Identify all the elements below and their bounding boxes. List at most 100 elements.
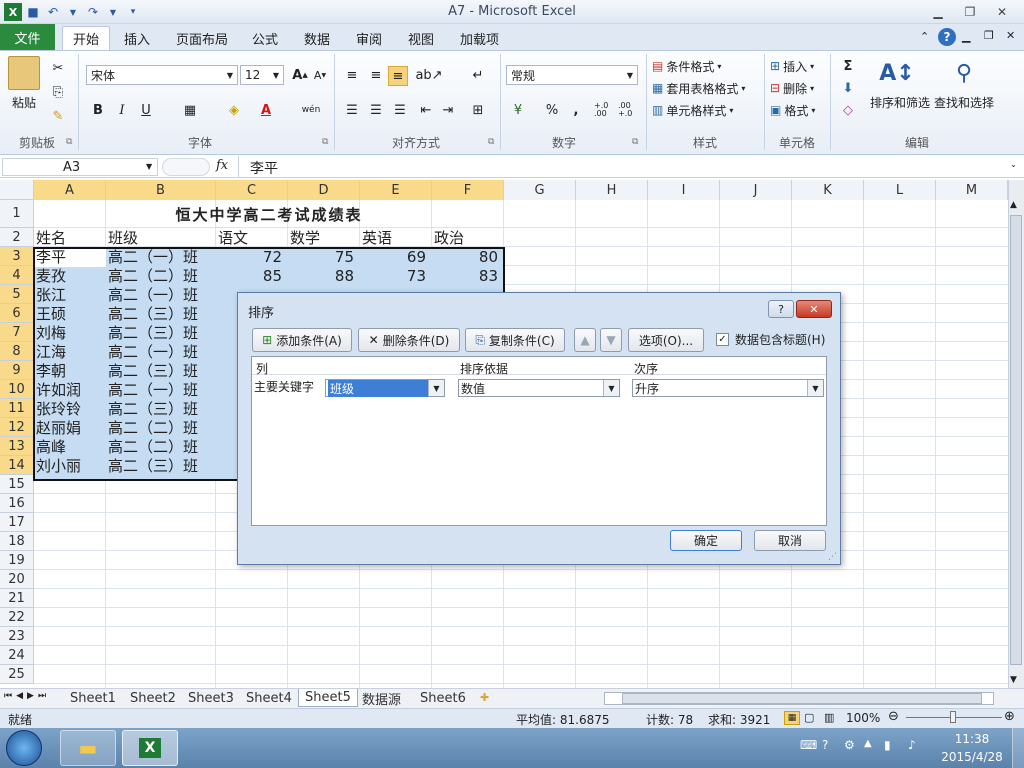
move-up-button[interactable]: ▲	[574, 328, 596, 352]
underline-button[interactable]: U	[136, 100, 156, 120]
expand-formula-icon[interactable]: ⌄	[1010, 160, 1017, 169]
header-math[interactable]: 数学	[288, 228, 360, 247]
add-level-button[interactable]: ⊞ 添加条件(A)	[252, 328, 352, 352]
doc-minimize-button[interactable]: ▁	[962, 30, 970, 43]
row-header-24[interactable]: 24	[0, 646, 34, 665]
cell-english[interactable]: 69	[360, 247, 432, 266]
sort-filter-icon[interactable]: A↕	[879, 56, 914, 90]
row-header-8[interactable]: 8	[0, 342, 34, 361]
autosum-button[interactable]: Σ	[838, 56, 858, 76]
fill-icon[interactable]: ⬇	[838, 78, 858, 98]
find-select-icon[interactable]: ⚲	[948, 56, 980, 90]
sheet-tab[interactable]: Sheet1	[64, 689, 122, 707]
doc-close-button[interactable]: ✕	[1006, 29, 1015, 42]
cell-name[interactable]: 李朝	[34, 361, 106, 380]
font-name-combo[interactable]: 宋体 ▼	[86, 65, 238, 85]
format-cells-button[interactable]: ▣ 格式 ▾	[770, 100, 815, 120]
restore-button[interactable]: ❐	[956, 2, 984, 22]
column-header-l[interactable]: L	[864, 180, 936, 200]
row-header-10[interactable]: 10	[0, 380, 34, 399]
column-header-k[interactable]: K	[792, 180, 864, 200]
cell-name[interactable]: 刘梅	[34, 323, 106, 342]
conditional-format-button[interactable]: ▤ 条件格式 ▾	[652, 56, 721, 76]
doc-restore-button[interactable]: ❐	[984, 29, 994, 42]
column-header-a[interactable]: A	[34, 180, 106, 200]
cell-name[interactable]: 张江	[34, 285, 106, 304]
copy-icon[interactable]: ⎘	[48, 82, 68, 102]
sheet-tab[interactable]: Sheet6	[414, 689, 472, 707]
cell-class[interactable]: 高二（二）班	[106, 266, 216, 285]
header-english[interactable]: 英语	[360, 228, 432, 247]
sort-filter-label[interactable]: 排序和筛选	[870, 94, 930, 111]
tab-formulas[interactable]: 公式	[242, 26, 288, 50]
tab-page-layout[interactable]: 页面布局	[166, 26, 238, 50]
start-orb-icon[interactable]	[6, 730, 42, 766]
row-header-14[interactable]: 14	[0, 456, 34, 475]
cut-icon[interactable]: ✂	[48, 58, 68, 78]
align-left-icon[interactable]: ☰	[342, 100, 362, 120]
clipboard-launcher-icon[interactable]: ⧉	[66, 137, 72, 147]
cell-name[interactable]: 李平	[34, 247, 106, 266]
header-name[interactable]: 姓名	[34, 228, 106, 247]
row-header-4[interactable]: 4	[0, 266, 34, 285]
move-down-button[interactable]: ▼	[600, 328, 622, 352]
row-header-7[interactable]: 7	[0, 323, 34, 342]
comma-button[interactable]: ,	[566, 100, 586, 120]
row-header-1[interactable]: 1	[0, 200, 34, 228]
paste-icon[interactable]	[8, 56, 40, 90]
cell-class[interactable]: 高二（三）班	[106, 456, 216, 475]
row-header-25[interactable]: 25	[0, 665, 34, 684]
formula-content[interactable]: 李平	[250, 158, 278, 178]
increase-decimal-button[interactable]: +.0 .00	[594, 100, 616, 120]
sheet-tab[interactable]: Sheet3	[182, 689, 240, 707]
row-header-3[interactable]: 3	[0, 247, 34, 266]
help-tray-icon[interactable]: ?	[822, 738, 828, 752]
column-header-d[interactable]: D	[288, 180, 360, 200]
align-middle-icon[interactable]: ≡	[366, 65, 386, 85]
sort-column-select[interactable]: 班级 ▼	[325, 379, 445, 397]
clear-icon[interactable]: ◇	[838, 100, 858, 120]
cell-math[interactable]: 88	[288, 266, 360, 285]
font-size-combo[interactable]: 12 ▼	[240, 65, 284, 85]
align-bottom-icon[interactable]: ≡	[388, 66, 408, 86]
tab-review[interactable]: 审阅	[346, 26, 392, 50]
row-header-13[interactable]: 13	[0, 437, 34, 456]
cell-styles-button[interactable]: ▥ 单元格样式 ▾	[652, 100, 733, 120]
cell-name[interactable]: 许如润	[34, 380, 106, 399]
tab-data[interactable]: 数据	[294, 26, 340, 50]
tab-home[interactable]: 开始	[62, 26, 111, 50]
minimize-button[interactable]: ▁	[924, 2, 952, 22]
cell-class[interactable]: 高二（三）班	[106, 361, 216, 380]
cell-class[interactable]: 高二（一）班	[106, 380, 216, 399]
ok-button[interactable]: 确定	[670, 530, 742, 551]
cell-name[interactable]: 麦孜	[34, 266, 106, 285]
font-launcher-icon[interactable]: ⧉	[322, 137, 328, 147]
insert-function-icon[interactable]: fx	[216, 158, 228, 173]
decrease-indent-icon[interactable]: ⇤	[416, 100, 436, 120]
pinyin-icon[interactable]: wén	[298, 100, 324, 120]
resize-grip-icon[interactable]: ⋰	[828, 552, 837, 562]
select-all-corner[interactable]	[0, 180, 34, 200]
new-sheet-icon[interactable]: ✚	[480, 691, 489, 704]
zoom-level[interactable]: 100%	[846, 711, 880, 725]
cell-class[interactable]: 高二（一）班	[106, 285, 216, 304]
cell-politics[interactable]: 80	[432, 247, 504, 266]
sheet-tab[interactable]: Sheet5	[298, 689, 358, 707]
align-top-icon[interactable]: ≡	[342, 65, 362, 85]
dialog-help-button[interactable]: ?	[768, 300, 794, 318]
scroll-up-icon[interactable]: ▲	[1010, 200, 1017, 210]
font-color-icon[interactable]: A	[256, 100, 276, 120]
cell-math[interactable]: 75	[288, 247, 360, 266]
column-header-b[interactable]: B	[106, 180, 216, 200]
orientation-icon[interactable]: ab↗	[415, 65, 442, 85]
order-select[interactable]: 升序 ▼	[632, 379, 824, 397]
cell-class[interactable]: 高二（三）班	[106, 304, 216, 323]
sheet-nav-icons[interactable]: ⏮◀▶⏭	[4, 691, 50, 701]
cell-class[interactable]: 高二（二）班	[106, 418, 216, 437]
name-box-dropdown-icon[interactable]: ▼	[146, 162, 152, 171]
network-icon[interactable]: ▮	[884, 738, 891, 752]
tab-file[interactable]: 文件	[0, 24, 55, 50]
zoom-in-icon[interactable]: ⊕	[1004, 709, 1015, 724]
scroll-thumb[interactable]	[1010, 215, 1022, 665]
row-header-21[interactable]: 21	[0, 589, 34, 608]
